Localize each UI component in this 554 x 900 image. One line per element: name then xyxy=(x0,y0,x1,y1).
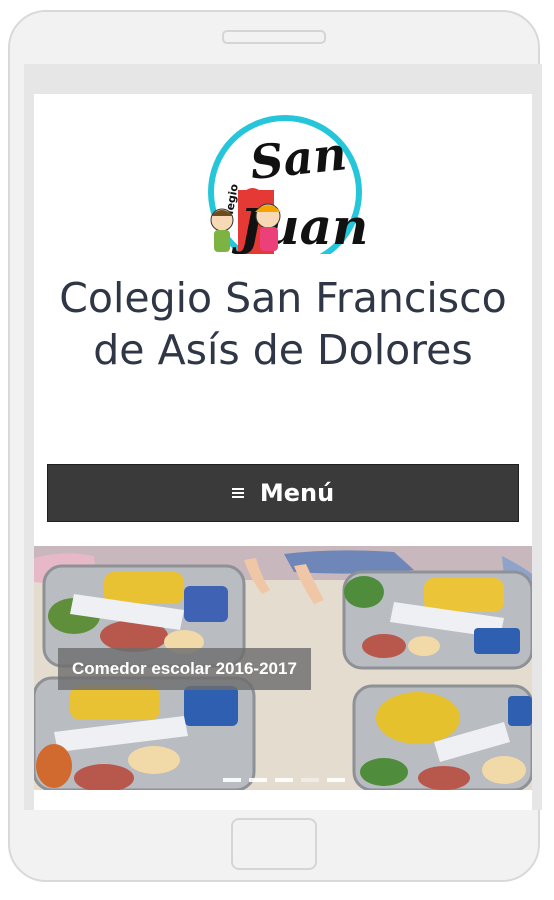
site-logo[interactable]: San Juan Colegio xyxy=(204,112,366,254)
slider-dot-4[interactable] xyxy=(301,778,319,782)
phone-speaker xyxy=(222,30,326,44)
phone-home-button xyxy=(231,818,317,870)
slider-dot-3[interactable] xyxy=(275,778,293,782)
slider-dot-2[interactable] xyxy=(249,778,267,782)
menu-label: Menú xyxy=(259,479,335,507)
hamburger-icon xyxy=(231,488,244,498)
slider-dot-1[interactable] xyxy=(223,778,241,782)
slide-caption[interactable]: Comedor escolar 2016-2017 xyxy=(58,648,311,690)
phone-screen: San Juan Colegio Colegio San Francisco d… xyxy=(24,64,542,810)
logo-text-juan: Juan xyxy=(232,197,366,254)
site-title[interactable]: Colegio San Francisco de Asís de Dolores xyxy=(34,272,532,376)
image-slider[interactable]: Comedor escolar 2016-2017 xyxy=(34,546,532,790)
logo-text-san: San xyxy=(248,126,350,190)
slider-pagination xyxy=(223,778,345,782)
page-content: San Juan Colegio Colegio San Francisco d… xyxy=(34,94,532,810)
phone-frame: San Juan Colegio Colegio San Francisco d… xyxy=(8,10,542,882)
slider-dot-5[interactable] xyxy=(327,778,345,782)
menu-button[interactable]: Menú xyxy=(47,464,519,522)
